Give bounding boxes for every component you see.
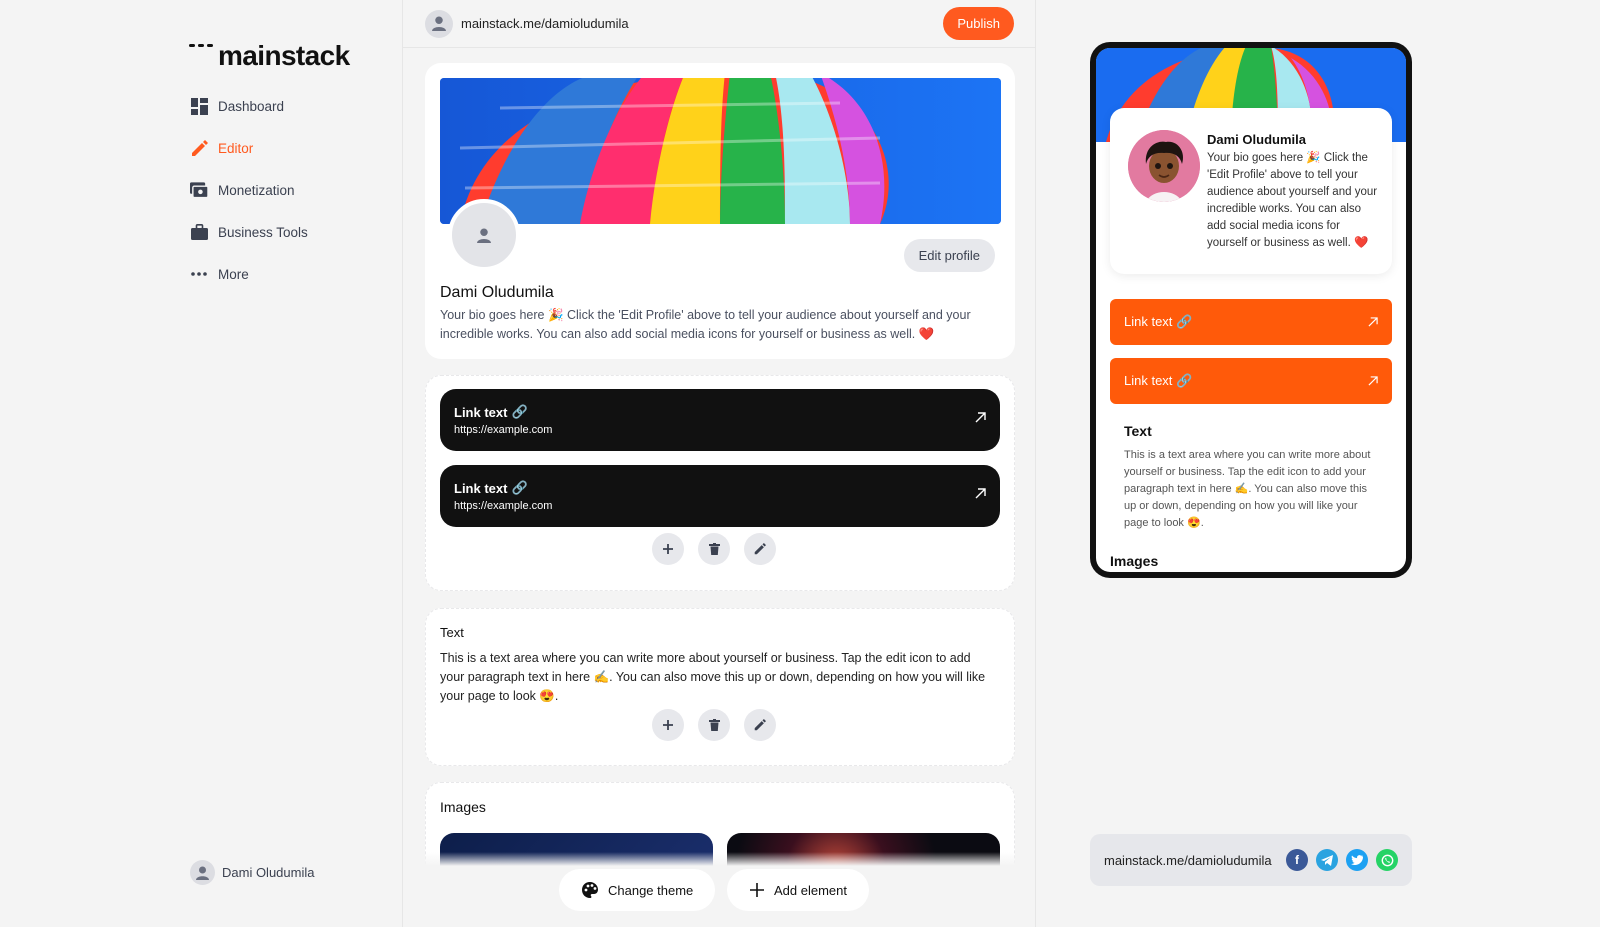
phone-screen: Dami Oludumila Your bio goes here 🎉 Clic… bbox=[1096, 48, 1406, 572]
plus-icon bbox=[663, 544, 673, 554]
images-block-heading: Images bbox=[440, 799, 486, 815]
link-url: https://example.com bbox=[454, 500, 553, 512]
link-text: Link text bbox=[454, 480, 508, 496]
sidebar-item-label: More bbox=[218, 266, 249, 282]
pencil-icon bbox=[190, 139, 208, 157]
add-button[interactable] bbox=[652, 709, 684, 741]
sidebar-item-dashboard[interactable]: Dashboard bbox=[190, 85, 308, 127]
bottom-fade bbox=[403, 852, 1035, 927]
logo-mark-icon bbox=[189, 44, 213, 68]
pencil-icon bbox=[754, 719, 766, 731]
delete-button[interactable] bbox=[698, 533, 730, 565]
arrow-up-right-icon bbox=[975, 488, 986, 499]
delete-button[interactable] bbox=[698, 709, 730, 741]
add-element-button[interactable]: Add element bbox=[727, 869, 869, 911]
twitter-icon[interactable] bbox=[1346, 849, 1368, 871]
user-avatar-icon bbox=[477, 228, 491, 243]
sidebar-item-label: Monetization bbox=[218, 182, 295, 198]
mainstack-logo[interactable]: mainstack bbox=[189, 40, 350, 72]
arrow-up-right-icon bbox=[975, 412, 986, 423]
link-chain-icon: 🔗 bbox=[511, 480, 528, 495]
sidebar-item-business-tools[interactable]: Business Tools bbox=[190, 211, 308, 253]
profile-name: Dami Oludumila bbox=[440, 284, 554, 301]
phone-preview: Dami Oludumila Your bio goes here 🎉 Clic… bbox=[1090, 42, 1412, 578]
edit-profile-button[interactable]: Edit profile bbox=[903, 239, 995, 272]
change-theme-label: Change theme bbox=[608, 882, 694, 898]
pencil-icon bbox=[754, 543, 766, 555]
user-avatar-icon bbox=[425, 9, 453, 38]
block-tools bbox=[652, 533, 776, 565]
sidebar-item-more[interactable]: More bbox=[190, 253, 308, 295]
sidebar-item-monetization[interactable]: Monetization bbox=[190, 169, 308, 211]
preview-link-text: Link text 🔗 bbox=[1124, 314, 1193, 329]
text-block: Text This is a text area where you can w… bbox=[425, 608, 1015, 766]
page-url[interactable]: mainstack.me/damioludumila bbox=[461, 16, 629, 31]
preview-name: Dami Oludumila bbox=[1207, 132, 1306, 147]
dashboard-icon bbox=[190, 97, 208, 115]
plus-icon bbox=[750, 883, 764, 897]
briefcase-icon bbox=[190, 223, 208, 241]
link-item[interactable]: Link text 🔗 https://example.com bbox=[440, 389, 1000, 451]
text-block-body: This is a text area where you can write … bbox=[440, 651, 986, 703]
sidebar-user[interactable]: Dami Oludumila bbox=[190, 860, 314, 885]
more-icon bbox=[190, 265, 208, 283]
link-item[interactable]: Link text 🔗 https://example.com bbox=[440, 465, 1000, 527]
edit-button[interactable] bbox=[744, 533, 776, 565]
profile-card: Edit profile Dami Oludumila Your bio goe… bbox=[425, 63, 1015, 359]
block-tools bbox=[652, 709, 776, 741]
preview-link-item[interactable]: Link text 🔗 bbox=[1110, 358, 1392, 404]
sidebar: mainstack Dashboard Editor Monetization … bbox=[0, 0, 403, 927]
arrow-up-right-icon bbox=[1368, 317, 1378, 327]
profile-avatar[interactable] bbox=[448, 199, 520, 271]
preview-text-heading: Text bbox=[1124, 423, 1152, 439]
palette-icon bbox=[582, 882, 598, 898]
social-icons: f bbox=[1286, 849, 1398, 871]
preview-images-heading: Images bbox=[1110, 553, 1159, 569]
publish-button[interactable]: Publish bbox=[943, 7, 1014, 40]
logo-text: mainstack bbox=[218, 40, 350, 71]
link-url: https://example.com bbox=[454, 424, 553, 436]
sidebar-item-label: Business Tools bbox=[218, 224, 308, 240]
preview-profile-card: Dami Oludumila Your bio goes here 🎉 Clic… bbox=[1110, 108, 1392, 274]
sidebar-item-label: Editor bbox=[218, 140, 254, 156]
telegram-icon[interactable] bbox=[1316, 849, 1338, 871]
text-block-heading: Text bbox=[440, 625, 464, 640]
facebook-icon[interactable]: f bbox=[1286, 849, 1308, 871]
cover-image[interactable] bbox=[440, 78, 1001, 224]
whatsapp-icon[interactable] bbox=[1376, 849, 1398, 871]
sidebar-nav: Dashboard Editor Monetization Business T… bbox=[190, 85, 308, 295]
preview-text-body: This is a text area where you can write … bbox=[1124, 449, 1371, 529]
link-text: Link text bbox=[454, 404, 508, 420]
add-element-label: Add element bbox=[774, 882, 847, 898]
share-bar: mainstack.me/damioludumila f bbox=[1090, 834, 1412, 886]
change-theme-button[interactable]: Change theme bbox=[559, 869, 716, 911]
sidebar-item-editor[interactable]: Editor bbox=[190, 127, 308, 169]
sidebar-user-name: Dami Oludumila bbox=[222, 865, 315, 880]
links-block: Link text 🔗 https://example.com Link text… bbox=[425, 375, 1015, 591]
share-url[interactable]: mainstack.me/damioludumila bbox=[1104, 853, 1272, 868]
plus-icon bbox=[663, 720, 673, 730]
money-icon bbox=[190, 181, 208, 199]
profile-bio: Your bio goes here 🎉 Click the 'Edit Pro… bbox=[440, 308, 971, 341]
preview-link-text: Link text 🔗 bbox=[1124, 373, 1193, 388]
trash-icon bbox=[708, 543, 720, 555]
add-button[interactable] bbox=[652, 533, 684, 565]
editor-panel: mainstack.me/damioludumila Publish Edit … bbox=[403, 0, 1036, 927]
trash-icon bbox=[708, 719, 720, 731]
link-chain-icon: 🔗 bbox=[511, 404, 528, 419]
edit-button[interactable] bbox=[744, 709, 776, 741]
editor-topbar: mainstack.me/damioludumila Publish bbox=[403, 0, 1035, 48]
preview-avatar bbox=[1128, 130, 1200, 202]
preview-link-item[interactable]: Link text 🔗 bbox=[1110, 299, 1392, 345]
sidebar-item-label: Dashboard bbox=[218, 98, 285, 114]
user-avatar-icon bbox=[190, 860, 215, 885]
preview-bio: Your bio goes here 🎉 Click the 'Edit Pro… bbox=[1207, 152, 1378, 249]
arrow-up-right-icon bbox=[1368, 376, 1378, 386]
